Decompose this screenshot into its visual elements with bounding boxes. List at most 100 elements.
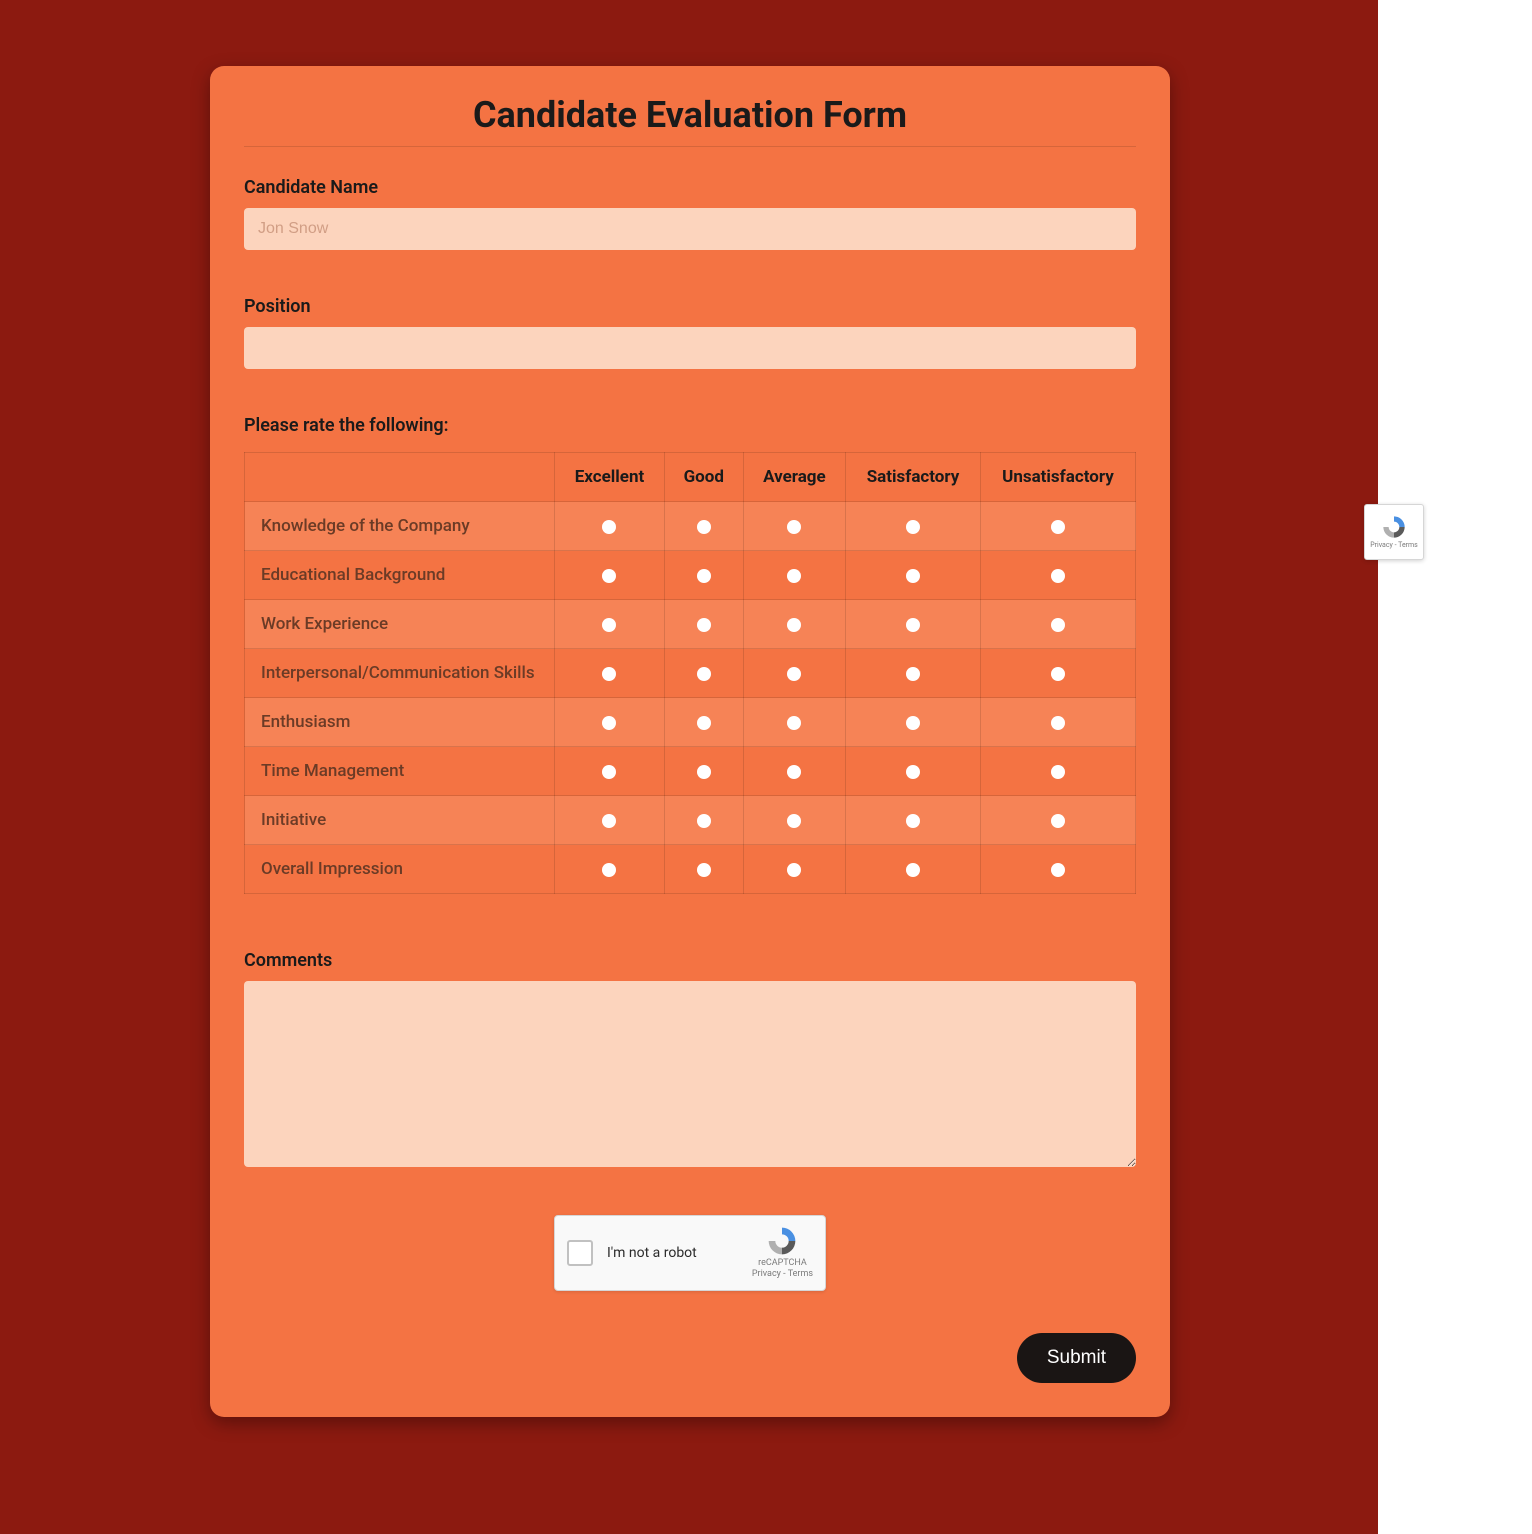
rating-radio-cell[interactable] xyxy=(846,747,981,796)
rating-radio-cell[interactable] xyxy=(555,502,665,551)
rating-radio-cell[interactable] xyxy=(743,747,846,796)
radio-icon xyxy=(1051,618,1065,632)
rating-header-col: Unsatisfactory xyxy=(980,453,1135,502)
radio-icon xyxy=(697,814,711,828)
rating-radio-cell[interactable] xyxy=(664,551,743,600)
rating-radio-cell[interactable] xyxy=(980,551,1135,600)
rating-radio-cell[interactable] xyxy=(980,747,1135,796)
rating-radio-cell[interactable] xyxy=(980,649,1135,698)
recaptcha-checkbox[interactable] xyxy=(567,1240,593,1266)
radio-icon xyxy=(602,520,616,534)
radio-icon xyxy=(697,716,711,730)
radio-icon xyxy=(787,520,801,534)
rating-table: Excellent Good Average Satisfactory Unsa… xyxy=(244,452,1136,894)
rating-header-col: Satisfactory xyxy=(846,453,981,502)
radio-icon xyxy=(1051,520,1065,534)
radio-icon xyxy=(787,814,801,828)
rating-radio-cell[interactable] xyxy=(555,796,665,845)
rating-radio-cell[interactable] xyxy=(555,698,665,747)
rating-row-label: Work Experience xyxy=(245,600,555,649)
rating-radio-cell[interactable] xyxy=(846,551,981,600)
rating-radio-cell[interactable] xyxy=(743,502,846,551)
rating-row: Educational Background xyxy=(245,551,1136,600)
recaptcha-widget[interactable]: I'm not a robot reCAPTCHA Privacy - Term… xyxy=(554,1215,826,1291)
rating-row-label: Educational Background xyxy=(245,551,555,600)
rating-row-label: Enthusiasm xyxy=(245,698,555,747)
rating-row: Enthusiasm xyxy=(245,698,1136,747)
submit-button[interactable]: Submit xyxy=(1017,1333,1136,1383)
rating-header-col: Excellent xyxy=(555,453,665,502)
rating-radio-cell[interactable] xyxy=(743,845,846,894)
radio-icon xyxy=(602,814,616,828)
radio-icon xyxy=(787,569,801,583)
rating-radio-cell[interactable] xyxy=(555,649,665,698)
radio-icon xyxy=(697,863,711,877)
comments-label: Comments xyxy=(244,950,1136,971)
rating-radio-cell[interactable] xyxy=(555,600,665,649)
recaptcha-badge-legal: Privacy - Terms xyxy=(1370,541,1418,549)
candidate-name-field: Candidate Name xyxy=(244,177,1136,250)
rating-row: Initiative xyxy=(245,796,1136,845)
comments-textarea[interactable] xyxy=(244,981,1136,1167)
recaptcha-label: I'm not a robot xyxy=(607,1245,752,1261)
radio-icon xyxy=(602,667,616,681)
rating-radio-cell[interactable] xyxy=(743,600,846,649)
rating-radio-cell[interactable] xyxy=(846,796,981,845)
rating-radio-cell[interactable] xyxy=(555,845,665,894)
recaptcha-badge[interactable]: Privacy - Terms xyxy=(1364,504,1424,560)
rating-row: Time Management xyxy=(245,747,1136,796)
position-label: Position xyxy=(244,296,1136,317)
rating-radio-cell[interactable] xyxy=(846,502,981,551)
position-field: Position xyxy=(244,296,1136,369)
rating-radio-cell[interactable] xyxy=(555,747,665,796)
radio-icon xyxy=(787,765,801,779)
position-input[interactable] xyxy=(244,327,1136,369)
rating-row: Overall Impression xyxy=(245,845,1136,894)
rating-row-label: Knowledge of the Company xyxy=(245,502,555,551)
radio-icon xyxy=(1051,814,1065,828)
radio-icon xyxy=(906,569,920,583)
rating-radio-cell[interactable] xyxy=(846,600,981,649)
rating-header-col: Good xyxy=(664,453,743,502)
rating-header-col: Average xyxy=(743,453,846,502)
rating-radio-cell[interactable] xyxy=(664,747,743,796)
rating-radio-cell[interactable] xyxy=(664,845,743,894)
rating-radio-cell[interactable] xyxy=(980,845,1135,894)
radio-icon xyxy=(697,618,711,632)
rating-radio-cell[interactable] xyxy=(980,698,1135,747)
rating-row-label: Initiative xyxy=(245,796,555,845)
rating-radio-cell[interactable] xyxy=(980,600,1135,649)
rating-radio-cell[interactable] xyxy=(664,600,743,649)
rating-radio-cell[interactable] xyxy=(664,796,743,845)
form-title: Candidate Evaluation Form xyxy=(244,94,1136,147)
rating-header-blank xyxy=(245,453,555,502)
radio-icon xyxy=(906,520,920,534)
radio-icon xyxy=(787,667,801,681)
radio-icon xyxy=(906,863,920,877)
candidate-name-label: Candidate Name xyxy=(244,177,1136,198)
rating-radio-cell[interactable] xyxy=(555,551,665,600)
radio-icon xyxy=(906,814,920,828)
rating-radio-cell[interactable] xyxy=(743,796,846,845)
radio-icon xyxy=(787,618,801,632)
rating-radio-cell[interactable] xyxy=(743,551,846,600)
recaptcha-brand: reCAPTCHA Privacy - Terms xyxy=(752,1226,813,1280)
rating-radio-cell[interactable] xyxy=(980,502,1135,551)
rating-row: Work Experience xyxy=(245,600,1136,649)
radio-icon xyxy=(906,716,920,730)
radio-icon xyxy=(602,765,616,779)
radio-icon xyxy=(602,863,616,877)
radio-icon xyxy=(602,569,616,583)
candidate-name-input[interactable] xyxy=(244,208,1136,250)
radio-icon xyxy=(1051,716,1065,730)
rating-radio-cell[interactable] xyxy=(980,796,1135,845)
rating-radio-cell[interactable] xyxy=(743,649,846,698)
rating-radio-cell[interactable] xyxy=(846,845,981,894)
radio-icon xyxy=(1051,667,1065,681)
rating-radio-cell[interactable] xyxy=(743,698,846,747)
rating-radio-cell[interactable] xyxy=(846,649,981,698)
rating-radio-cell[interactable] xyxy=(664,698,743,747)
rating-radio-cell[interactable] xyxy=(664,502,743,551)
rating-radio-cell[interactable] xyxy=(846,698,981,747)
rating-radio-cell[interactable] xyxy=(664,649,743,698)
